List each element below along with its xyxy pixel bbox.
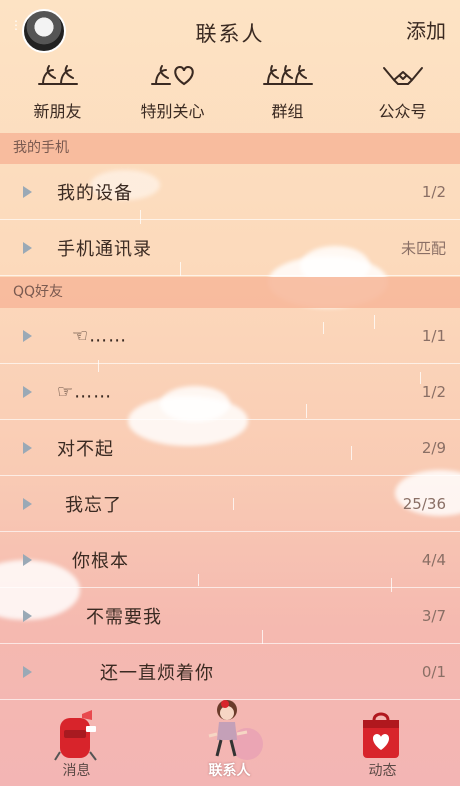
group-count: 1/2: [421, 182, 446, 201]
group-name: 我的设备: [57, 182, 133, 204]
girl-on-ball-icon: [208, 700, 263, 760]
group-name: 还一直烦着你: [100, 662, 214, 684]
group-name: ☞……: [57, 381, 113, 402]
list-item-group[interactable]: 对不起 2/9: [0, 420, 460, 476]
group-name: 手机通讯录: [57, 238, 152, 260]
section-header-qq-friends[interactable]: QQ好友: [0, 277, 460, 308]
group-count: 1/2: [421, 382, 446, 401]
tab-label: 消息: [62, 763, 91, 779]
shortcut-special-care[interactable]: 特别关心: [115, 58, 230, 132]
shortcut-label: 群组: [271, 102, 304, 121]
group-count: 3/7: [421, 606, 446, 625]
list-item-group[interactable]: 你根本 4/4: [0, 532, 460, 588]
expand-arrow-icon: [23, 441, 32, 454]
expand-arrow-icon: [23, 329, 32, 342]
shortcut-groups[interactable]: 群组: [230, 58, 345, 132]
expand-arrow-icon: [23, 185, 32, 198]
list-item-phone-contacts[interactable]: 手机通讯录 未匹配: [0, 220, 460, 276]
group-icon: [262, 65, 313, 85]
shortcut-label: 新朋友: [33, 102, 82, 121]
expand-arrow-icon: [23, 241, 32, 254]
heart-person-icon: [150, 65, 194, 86]
group-count: 4/4: [421, 550, 446, 569]
group-name: 不需要我: [86, 606, 162, 628]
tab-label: 联系人: [208, 763, 251, 779]
expand-arrow-icon: [23, 553, 32, 566]
expand-arrow-icon: [23, 609, 32, 622]
list-item-my-devices[interactable]: 我的设备 1/2: [0, 164, 460, 220]
list-item-group[interactable]: 还一直烦着你 0/1: [0, 644, 460, 700]
top-bar: ⋮ 联系人 添加: [0, 0, 460, 60]
heart-bag-icon: [363, 712, 399, 758]
shortcut-new-friends[interactable]: 新朋友: [0, 58, 115, 132]
list-item-group[interactable]: 不需要我 3/7: [0, 588, 460, 644]
public-account-icon: [382, 67, 423, 85]
two-people-icon: [37, 65, 78, 85]
page-title: 联系人: [195, 22, 265, 46]
section-header-my-phone[interactable]: 我的手机: [0, 133, 460, 164]
shortcut-public-accounts[interactable]: 公众号: [345, 58, 460, 132]
tab-label: 动态: [368, 763, 397, 779]
group-name: 对不起: [57, 438, 114, 460]
bottom-tab-bar: 消息 联系人 动态: [0, 700, 460, 786]
tab-messages[interactable]: 消息: [0, 700, 153, 786]
group-name: 你根本: [72, 550, 129, 572]
tab-contacts[interactable]: 联系人: [153, 700, 306, 786]
list-item-group[interactable]: ☜…… 1/1: [0, 308, 460, 364]
shortcut-bar: 新朋友 特别关心 群组 公众号: [0, 58, 460, 132]
expand-arrow-icon: [23, 385, 32, 398]
tab-feed[interactable]: 动态: [306, 700, 459, 786]
group-name: ☜……: [72, 325, 128, 346]
shortcut-label: 公众号: [378, 102, 427, 121]
group-count: 1/1: [421, 326, 446, 345]
group-name: 我忘了: [65, 494, 122, 516]
list-item-group[interactable]: 我忘了 25/36: [0, 476, 460, 532]
expand-arrow-icon: [23, 665, 32, 678]
group-count: 0/1: [421, 662, 446, 681]
group-count: 未匹配: [400, 239, 446, 257]
expand-arrow-icon: [23, 497, 32, 510]
mailbox-icon: [54, 710, 97, 761]
group-count: 25/36: [402, 494, 446, 513]
shortcut-label: 特别关心: [140, 102, 205, 121]
list-item-group[interactable]: ☞…… 1/2: [0, 364, 460, 420]
group-count: 2/9: [421, 438, 446, 457]
add-button[interactable]: 添加: [406, 15, 446, 44]
